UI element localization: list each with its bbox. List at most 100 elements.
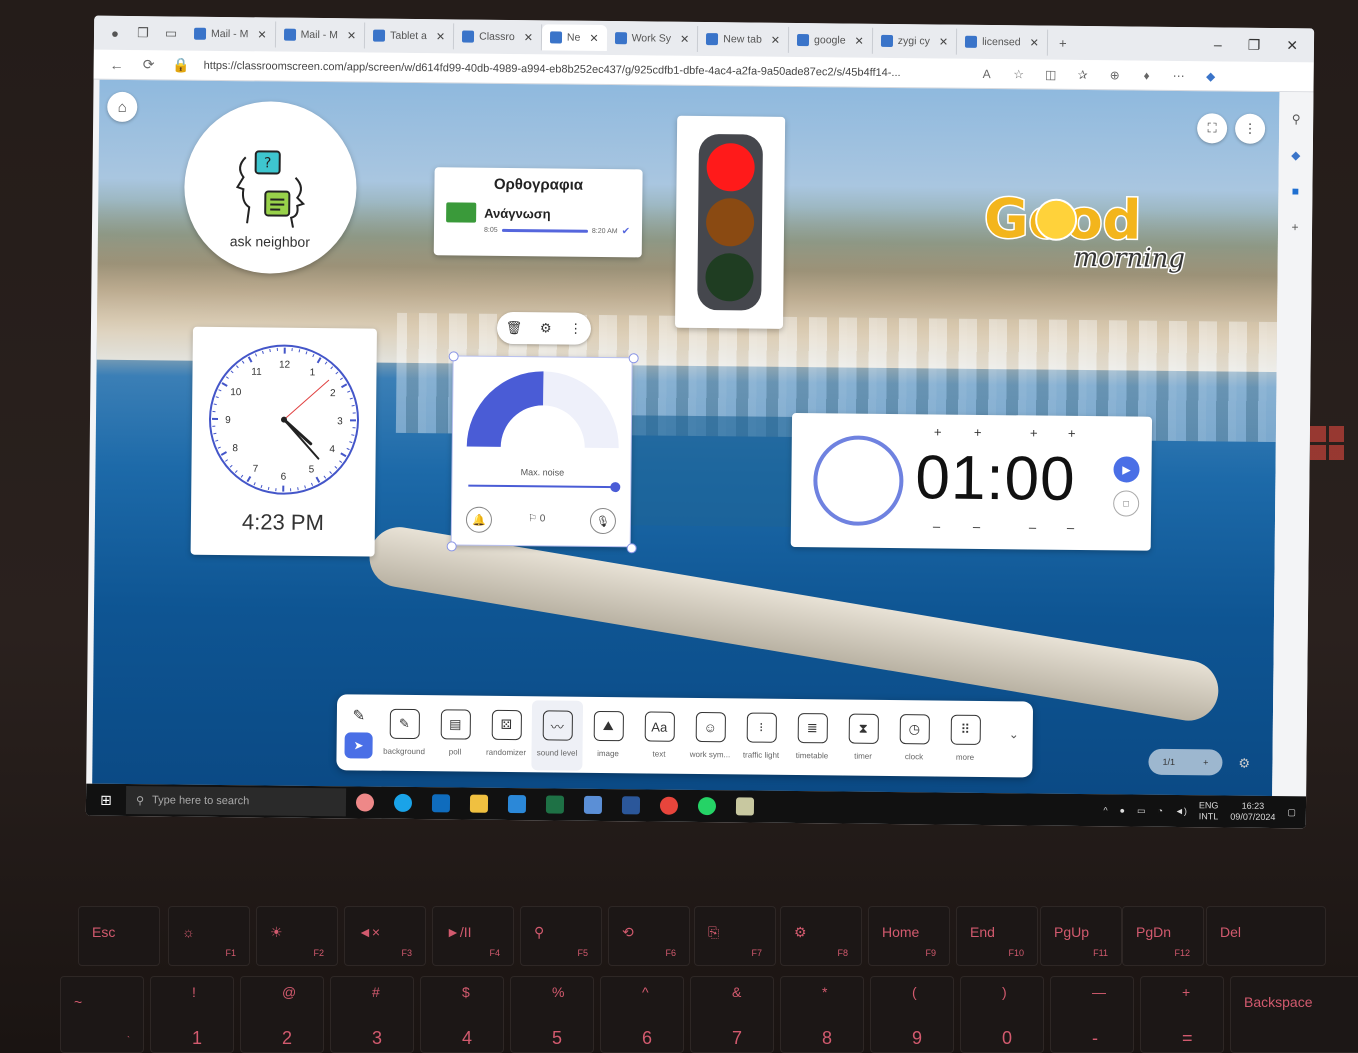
good-morning-sticker[interactable]: Good morning <box>978 175 1199 277</box>
key[interactable]: PgUp F11 <box>1040 906 1122 966</box>
stop-icon[interactable]: □ <box>1113 490 1140 517</box>
excel-icon[interactable] <box>545 795 565 814</box>
traffic-light-yellow[interactable] <box>705 198 755 247</box>
key[interactable]: End F10 <box>956 906 1038 966</box>
key[interactable]: ⚙ F8 <box>780 906 862 966</box>
key[interactable]: ☼ F1 <box>168 906 250 966</box>
battery-icon[interactable]: ▭ <box>1137 805 1146 816</box>
app-icon[interactable] <box>735 797 755 816</box>
outlook-app-icon[interactable] <box>431 794 451 813</box>
key[interactable]: ☀ F2 <box>256 906 338 966</box>
resize-handle[interactable] <box>446 541 457 552</box>
key[interactable]: * 8 <box>780 976 864 1053</box>
decrement-button[interactable]: – <box>1029 519 1036 534</box>
volume-icon[interactable]: ◄) <box>1175 806 1187 816</box>
close-tab-icon[interactable]: ✕ <box>524 31 533 44</box>
decrement-button[interactable]: – <box>933 518 940 533</box>
increment-button[interactable]: + <box>974 425 982 440</box>
collections-icon[interactable]: ⊕ <box>1106 68 1124 82</box>
traffic-light-red[interactable] <box>706 143 755 192</box>
close-tab-icon[interactable]: ✕ <box>1030 36 1039 49</box>
play-icon[interactable]: ▶ <box>1113 456 1140 483</box>
increment-button[interactable]: + <box>934 424 942 439</box>
url-field[interactable]: https://classroomscreen.com/app/screen/w… <box>204 59 964 79</box>
fullscreen-icon[interactable]: ⛶ <box>1196 113 1228 144</box>
key[interactable]: (9 <box>870 976 954 1053</box>
work-symbol-widget[interactable]: ? ask neighbor <box>183 100 358 275</box>
chrome-icon[interactable] <box>659 796 679 815</box>
word-icon[interactable] <box>621 796 641 815</box>
favorite-star-icon[interactable]: ☆ <box>1010 67 1028 81</box>
key[interactable]: Home F9 <box>868 906 950 966</box>
read-aloud-icon[interactable]: A <box>978 66 996 80</box>
decrement-button[interactable]: – <box>973 519 980 534</box>
classroomscreen-canvas[interactable]: ⌂ ⛶ ⋮ ? ask neighbor Ορθογραφια Ανάγνωση… <box>92 79 1280 797</box>
resize-handle[interactable] <box>626 543 637 554</box>
traffic-light-widget[interactable] <box>674 115 786 329</box>
browser-tab[interactable]: Work Sy ✕ <box>606 25 699 52</box>
key[interactable]: ) 0 <box>960 976 1044 1053</box>
new-tab-icon[interactable]: + <box>1050 30 1076 56</box>
tab-actions-icon[interactable]: ▭ <box>158 20 184 46</box>
taskbar-search[interactable]: ⚲ Type here to search <box>125 786 347 817</box>
tool-pencil[interactable]: ✎ background <box>378 699 430 770</box>
refresh-icon[interactable]: ⟳ <box>140 56 158 73</box>
key[interactable]: % 5 <box>510 976 594 1053</box>
key[interactable]: ◄× F3 <box>344 906 426 966</box>
more-options-icon[interactable]: ⋮ <box>1234 113 1266 144</box>
settings-icon[interactable]: ⚙ <box>540 320 552 336</box>
windows-start-icon[interactable]: ⊞ <box>86 784 126 816</box>
tool-hourglass[interactable]: ⧗ timer <box>837 703 889 774</box>
add-page-icon[interactable]: + <box>1203 757 1208 767</box>
copilot-icon[interactable]: ◆ <box>1202 69 1220 83</box>
tool-sound-level[interactable]: 〰 sound level <box>531 700 584 771</box>
store-icon[interactable] <box>507 795 527 814</box>
mic-tray-icon[interactable]: ● <box>1120 805 1126 815</box>
network-app-icon[interactable] <box>583 795 603 814</box>
decrement-button[interactable]: – <box>1067 520 1074 535</box>
more-menu-icon[interactable]: ⋯ <box>1170 68 1188 82</box>
increment-button[interactable]: + <box>1068 426 1076 441</box>
browser-tab[interactable]: New tab ✕ <box>698 25 790 53</box>
key[interactable]: ⟲ F6 <box>608 906 690 966</box>
notification-icon[interactable]: ▢ <box>1287 807 1296 818</box>
close-tab-icon[interactable]: ✕ <box>257 28 266 41</box>
tool-randomizer[interactable]: ⚄ randomizer <box>480 700 532 771</box>
key[interactable]: ^ 6 <box>600 976 684 1053</box>
close-tab-icon[interactable]: ✕ <box>855 34 864 47</box>
site-info-icon[interactable]: 🔒 <box>172 56 190 73</box>
kebab-icon[interactable]: ⋮ <box>569 321 582 337</box>
slider-knob[interactable] <box>610 482 621 493</box>
key[interactable]: $4 <box>420 976 504 1053</box>
key[interactable]: PgDn F12 <box>1122 906 1204 966</box>
minimize-icon[interactable]: – <box>1214 36 1222 52</box>
wifi-icon[interactable]: ◔ <box>1157 806 1163 816</box>
tool-work-symbols[interactable]: ☺ work sym... <box>684 702 736 773</box>
key[interactable]: ►/II F4 <box>432 906 514 966</box>
key[interactable]: Del <box>1206 906 1326 966</box>
chevron-down-icon[interactable]: ⌄ <box>1009 727 1019 741</box>
page-indicator[interactable]: 1/1 + <box>1148 748 1223 776</box>
browser-tab[interactable]: Ne ✕ <box>541 24 607 52</box>
browser-tab[interactable]: zygi cy ✕ <box>872 27 958 55</box>
browser-tab[interactable]: Mail - M ✕ <box>275 21 366 49</box>
split-screen-icon[interactable]: ◫ <box>1042 67 1060 81</box>
widgets-icon[interactable] <box>355 793 375 812</box>
timetable-widget[interactable]: Ορθογραφια Ανάγνωση 8:05 8:20 AM ✔ <box>433 167 643 258</box>
key[interactable]: & 7 <box>690 976 774 1053</box>
draw-pen-icon[interactable]: ✎ <box>345 702 373 728</box>
increment-button[interactable]: + <box>1030 425 1038 440</box>
language-indicator[interactable]: ENG INTL <box>1199 800 1219 822</box>
trash-icon[interactable]: 🗑 <box>506 320 523 336</box>
resize-handle[interactable] <box>448 351 459 362</box>
tool-image[interactable]: ⛰ image <box>582 701 634 772</box>
close-tab-icon[interactable]: ✕ <box>771 33 780 46</box>
chevron-up-icon[interactable]: ^ <box>1103 805 1107 815</box>
add-sidebar-icon[interactable]: + <box>1286 218 1304 236</box>
outlook-icon[interactable]: ■ <box>1286 182 1304 200</box>
tool-timetable[interactable]: ≣ timetable <box>786 703 838 774</box>
back-icon[interactable]: ← <box>108 56 126 72</box>
canvas-settings-icon[interactable]: ⚙ <box>1238 756 1250 772</box>
key[interactable]: — - <box>1050 976 1134 1053</box>
key[interactable]: @2 <box>240 976 324 1053</box>
